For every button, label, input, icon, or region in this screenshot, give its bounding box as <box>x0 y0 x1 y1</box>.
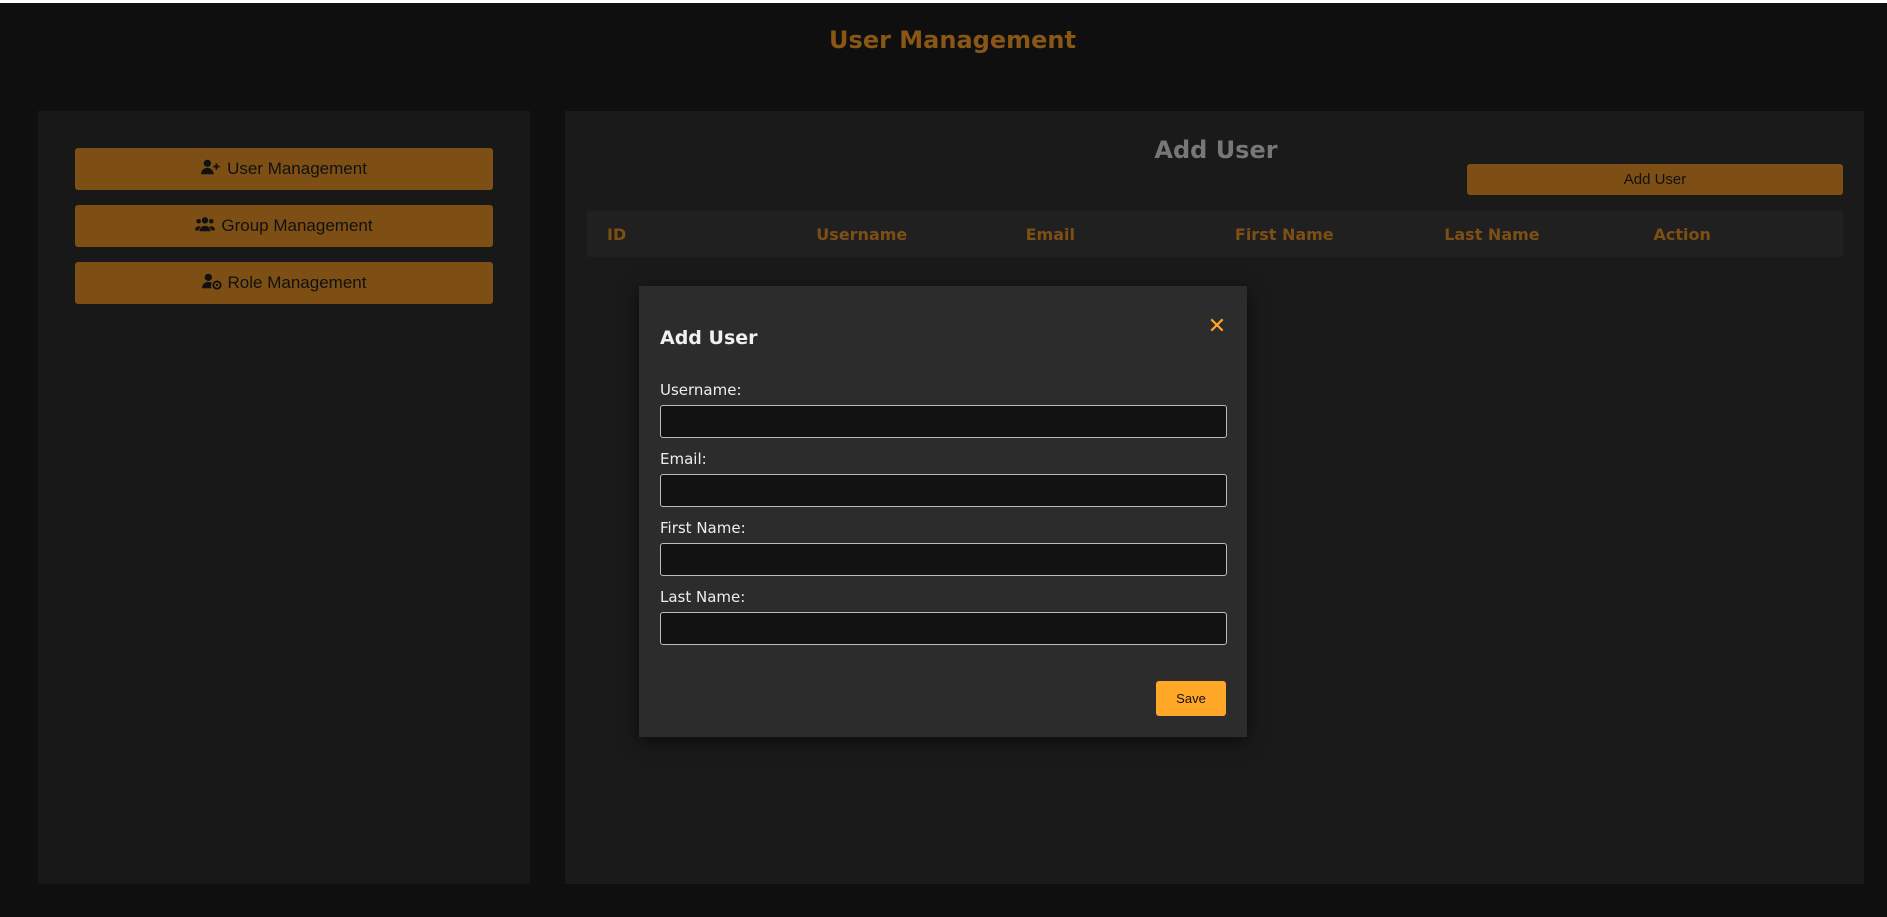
email-label: Email: <box>660 450 707 468</box>
page-title: User Management <box>829 26 1076 54</box>
close-icon[interactable]: ✕ <box>1206 316 1228 338</box>
sidebar: User Management Group Management Role Ma… <box>38 111 530 884</box>
column-header-email[interactable]: Email <box>1006 225 1215 244</box>
sidebar-item-role-management[interactable]: Role Management <box>75 262 493 304</box>
column-header-id[interactable]: ID <box>587 225 796 244</box>
sidebar-item-group-management[interactable]: Group Management <box>75 205 493 247</box>
username-field[interactable] <box>660 405 1227 438</box>
sidebar-item-label: Role Management <box>227 273 367 292</box>
main-title: Add User <box>1154 136 1278 164</box>
top-border <box>0 0 1887 3</box>
column-header-username[interactable]: Username <box>796 225 1005 244</box>
column-header-first-name[interactable]: First Name <box>1215 225 1424 244</box>
column-header-action: Action <box>1653 224 1711 244</box>
add-user-button[interactable]: Add User <box>1467 164 1843 195</box>
last-name-label: Last Name: <box>660 588 746 606</box>
first-name-field[interactable] <box>660 543 1227 576</box>
user-gear-icon <box>201 272 222 295</box>
email-field[interactable] <box>660 474 1227 507</box>
save-button[interactable]: Save <box>1156 681 1226 716</box>
username-label: Username: <box>660 381 742 399</box>
user-plus-icon <box>201 158 221 181</box>
last-name-field[interactable] <box>660 612 1227 645</box>
users-group-icon <box>195 215 216 238</box>
table-header: ID Username Email First Name Last Name A… <box>587 211 1843 257</box>
sidebar-item-user-management[interactable]: User Management <box>75 148 493 190</box>
add-user-modal: Add User ✕ Username: Email: First Name: … <box>639 286 1247 737</box>
modal-title: Add User <box>660 327 758 349</box>
first-name-label: First Name: <box>660 519 746 537</box>
sidebar-item-label: Group Management <box>221 216 373 235</box>
column-header-last-name[interactable]: Last Name <box>1424 225 1633 244</box>
sidebar-item-label: User Management <box>227 159 367 178</box>
